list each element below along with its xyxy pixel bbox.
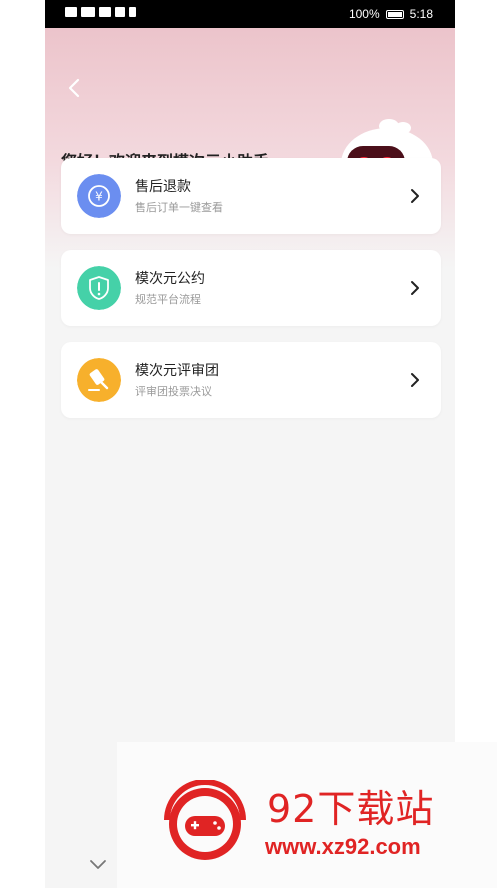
watermark-title: 92下载站 <box>267 787 435 831</box>
battery-percent: 100% <box>348 7 380 21</box>
refund-yen-icon: ¥ <box>77 174 121 218</box>
status-bar: 100% 5:18 <box>45 0 455 28</box>
watermark-url: www.xz92.com <box>265 834 421 859</box>
back-arrow-icon[interactable] <box>63 76 87 100</box>
menu-item-subtitle: 评审团投票决议 <box>135 385 212 398</box>
nfc-icon <box>115 7 125 17</box>
shield-alert-icon <box>77 266 121 310</box>
chevron-down-icon[interactable] <box>87 856 109 874</box>
status-left-icons <box>65 7 136 17</box>
menu-item-title: 模次元评审团 <box>135 363 219 379</box>
chevron-right-icon <box>411 281 419 295</box>
watermark: 92下载站 www.xz92.com <box>117 742 497 888</box>
gamepad-logo-icon <box>164 780 246 860</box>
chevron-right-icon <box>411 373 419 387</box>
notification-icon <box>129 7 136 17</box>
menu-item-refund[interactable]: ¥ 售后退款 售后订单一键查看 <box>61 158 441 234</box>
hd-icon <box>65 7 77 17</box>
menu-item-title: 模次元公约 <box>135 271 205 287</box>
menu-item-subtitle: 规范平台流程 <box>135 293 201 306</box>
gavel-icon <box>77 358 121 402</box>
chevron-right-icon <box>411 189 419 203</box>
clock: 5:18 <box>409 7 433 21</box>
menu-item-jury[interactable]: 模次元评审团 评审团投票决议 <box>61 342 441 418</box>
battery-icon <box>385 9 404 19</box>
menu-item-subtitle: 售后订单一键查看 <box>135 201 223 214</box>
signal-icon <box>81 7 95 17</box>
svg-text:¥: ¥ <box>95 190 103 204</box>
wifi-icon <box>99 7 111 17</box>
menu-item-convention[interactable]: 模次元公约 规范平台流程 <box>61 250 441 326</box>
menu-item-title: 售后退款 <box>135 179 191 195</box>
status-right: 100% 5:18 <box>349 7 433 21</box>
